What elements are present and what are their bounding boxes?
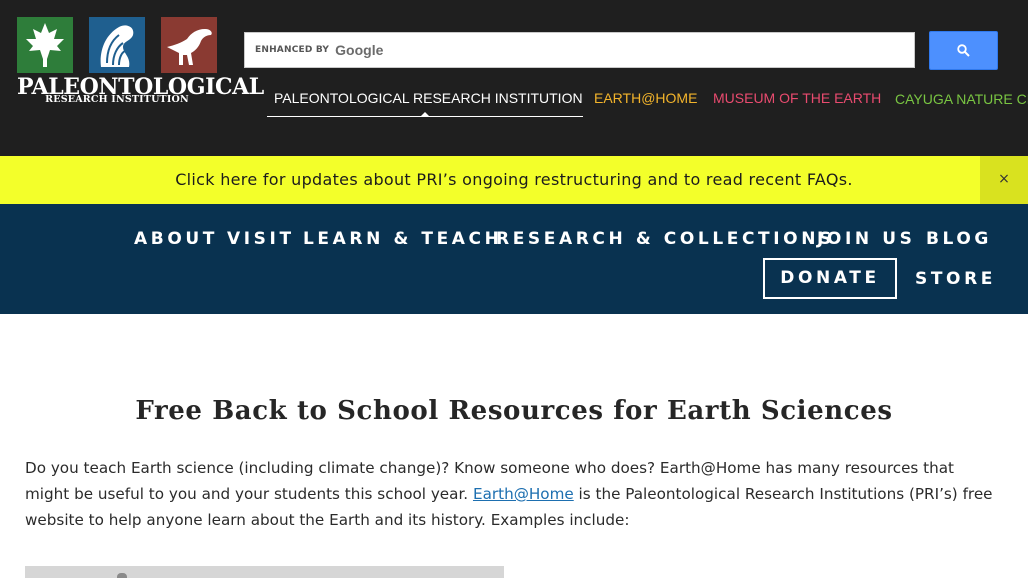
nav-pri[interactable]: PALEONTOLOGICAL RESEARCH INSTITUTION — [267, 88, 583, 117]
article-intro: Do you teach Earth science (including cl… — [25, 455, 1003, 533]
article-image — [25, 566, 504, 578]
nav-visit[interactable]: VISIT — [227, 229, 295, 249]
nav-pri-label: PALEONTOLOGICAL RESEARCH INSTITUTION — [274, 90, 583, 106]
dinosaur-icon — [161, 17, 217, 73]
nav-earth-at-home[interactable]: EARTH@HOME — [594, 88, 697, 106]
pri-logo[interactable]: PALEONTOLOGICAL RESEARCH INSTITUTION — [17, 17, 264, 105]
search-input[interactable] — [245, 33, 914, 67]
main-nav: ABOUT VISIT LEARN & TEACH RESEARCH & COL… — [0, 204, 1028, 314]
search-icon — [957, 44, 970, 57]
alert-banner: Click here for updates about PRI’s ongoi… — [0, 156, 1028, 204]
nav-learn-and-teach[interactable]: LEARN & TEACH — [303, 229, 502, 249]
site-header: PALEONTOLOGICAL RESEARCH INSTITUTION ENH… — [0, 0, 1028, 156]
search-button[interactable] — [929, 31, 998, 70]
article-title: Free Back to School Resources for Earth … — [135, 396, 893, 426]
nav-cayuga-nature-center[interactable]: CAYUGA NATURE CENTER — [895, 84, 1028, 112]
nav-store[interactable]: STORE — [915, 269, 996, 289]
search-box[interactable]: ENHANCED BY Google — [244, 32, 915, 68]
nav-research-and-collections[interactable]: RESEARCH & COLLECTIONS — [496, 229, 835, 249]
nav-join-us[interactable]: JOIN US — [817, 229, 916, 249]
alert-close-button[interactable]: × — [980, 156, 1028, 204]
active-caret-icon — [420, 112, 430, 117]
ammonite-shell-icon — [89, 17, 145, 73]
earth-at-home-link[interactable]: Earth@Home — [473, 485, 574, 503]
donate-button[interactable]: DONATE — [763, 258, 897, 299]
alert-message-link[interactable]: Click here for updates about PRI’s ongoi… — [0, 156, 1028, 204]
maple-leaf-icon — [17, 17, 73, 73]
nav-about[interactable]: ABOUT — [134, 229, 218, 249]
nav-blog[interactable]: BLOG — [926, 229, 992, 249]
nav-museum-of-the-earth[interactable]: MUSEUM OF THE EARTH — [713, 88, 881, 106]
logo-subline: RESEARCH INSTITUTION — [45, 94, 189, 105]
